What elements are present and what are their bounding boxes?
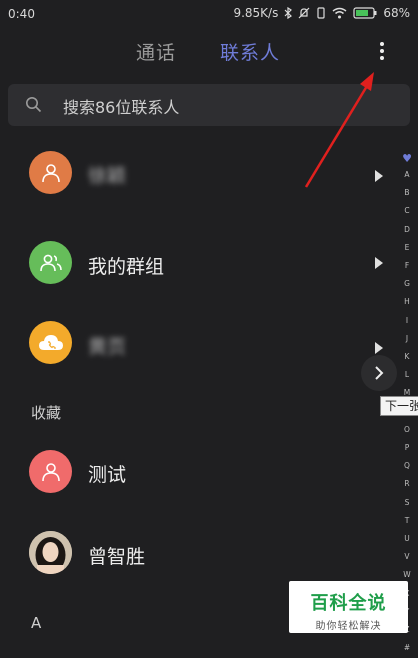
- index-letter[interactable]: R: [397, 475, 417, 493]
- index-letter[interactable]: S: [397, 494, 417, 512]
- index-letter[interactable]: C: [397, 202, 417, 220]
- contact-row[interactable]: 测试: [0, 432, 395, 512]
- index-letter[interactable]: D: [397, 221, 417, 239]
- search-icon: [26, 97, 42, 113]
- index-letter[interactable]: I: [397, 312, 417, 330]
- avatar: [29, 151, 72, 194]
- chevron-right-icon: [375, 257, 383, 269]
- my-groups-row[interactable]: 我的群组: [0, 222, 395, 302]
- yellow-pages-label: 黄页: [88, 336, 127, 358]
- index-letter[interactable]: G: [397, 275, 417, 293]
- my-card-row[interactable]: 徐颖: [0, 133, 395, 213]
- avatar: [29, 321, 72, 364]
- index-letter[interactable]: U: [397, 530, 417, 548]
- avatar: [29, 450, 72, 493]
- status-time: 0:40: [8, 7, 35, 21]
- yellow-pages-row[interactable]: 黄页: [0, 302, 395, 382]
- avatar-photo: [29, 531, 72, 574]
- next-tooltip: 下一张: [380, 396, 418, 416]
- tab-calls[interactable]: 通话: [136, 38, 176, 65]
- status-bar: 0:40 9.85K/s 68%: [0, 0, 418, 28]
- contact-name: 曾智胜: [88, 546, 146, 568]
- tab-bar: 通话 联系人: [0, 38, 418, 70]
- watermark-title: 百科全说: [310, 593, 387, 614]
- bluetooth-icon: [284, 7, 293, 19]
- index-letter[interactable]: J: [397, 330, 417, 348]
- contact-row[interactable]: 曾智胜: [0, 512, 395, 592]
- battery-percent: 68%: [383, 6, 410, 20]
- avatar: [29, 241, 72, 284]
- index-letter[interactable]: O: [397, 421, 417, 439]
- index-letter[interactable]: #: [397, 639, 417, 657]
- index-letter[interactable]: H: [397, 293, 417, 311]
- letter-header: A: [31, 614, 42, 632]
- search-input[interactable]: 搜索86位联系人: [8, 84, 410, 126]
- chevron-right-icon: [375, 170, 383, 182]
- index-letter[interactable]: P: [397, 439, 417, 457]
- index-letter[interactable]: V: [397, 548, 417, 566]
- index-letter[interactable]: A: [397, 166, 417, 184]
- next-page-button[interactable]: [361, 355, 397, 391]
- more-options-button[interactable]: [372, 40, 392, 64]
- index-letter[interactable]: F: [397, 257, 417, 275]
- my-groups-label: 我的群组: [88, 256, 165, 278]
- battery-icon: [353, 7, 377, 19]
- my-name: 徐颖: [88, 165, 127, 187]
- index-letter[interactable]: L: [397, 366, 417, 384]
- group-icon: [39, 254, 62, 271]
- index-letter[interactable]: K: [397, 348, 417, 366]
- favorites-header: 收藏: [31, 404, 62, 422]
- index-letter[interactable]: T: [397, 512, 417, 530]
- contact-name: 测试: [88, 464, 127, 486]
- silent-icon: [298, 7, 310, 19]
- cloud-phone-icon: [38, 334, 63, 350]
- watermark-subtitle: 助你轻松解决: [315, 621, 382, 632]
- person-icon: [41, 462, 60, 481]
- index-letter[interactable]: E: [397, 239, 417, 257]
- search-placeholder: 搜索86位联系人: [63, 98, 180, 117]
- wifi-icon: [332, 7, 347, 19]
- chevron-right-icon: [375, 366, 384, 380]
- watermark-logo: 百科全说 助你轻松解决: [289, 581, 408, 633]
- person-icon: [41, 163, 60, 182]
- index-letter[interactable]: Q: [397, 457, 417, 475]
- tab-contacts[interactable]: 联系人: [220, 38, 280, 65]
- network-speed: 9.85K/s: [233, 6, 279, 20]
- vibrate-icon: [316, 7, 326, 19]
- index-letter[interactable]: B: [397, 184, 417, 202]
- chevron-right-icon: [375, 342, 383, 354]
- favorites-heart-icon[interactable]: ♥: [397, 152, 417, 166]
